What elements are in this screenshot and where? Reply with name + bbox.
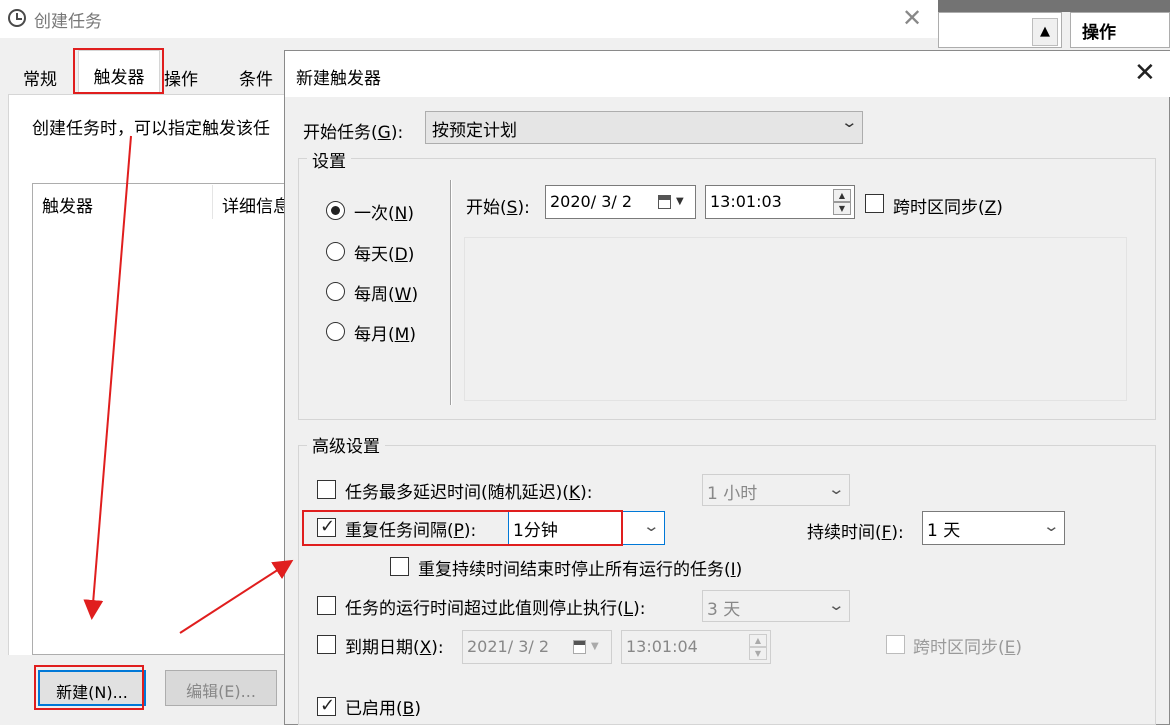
arrow-to-repeat-setting <box>179 559 294 634</box>
annotation-arrows <box>83 135 294 634</box>
arrow-tab-to-new-button <box>83 135 132 620</box>
